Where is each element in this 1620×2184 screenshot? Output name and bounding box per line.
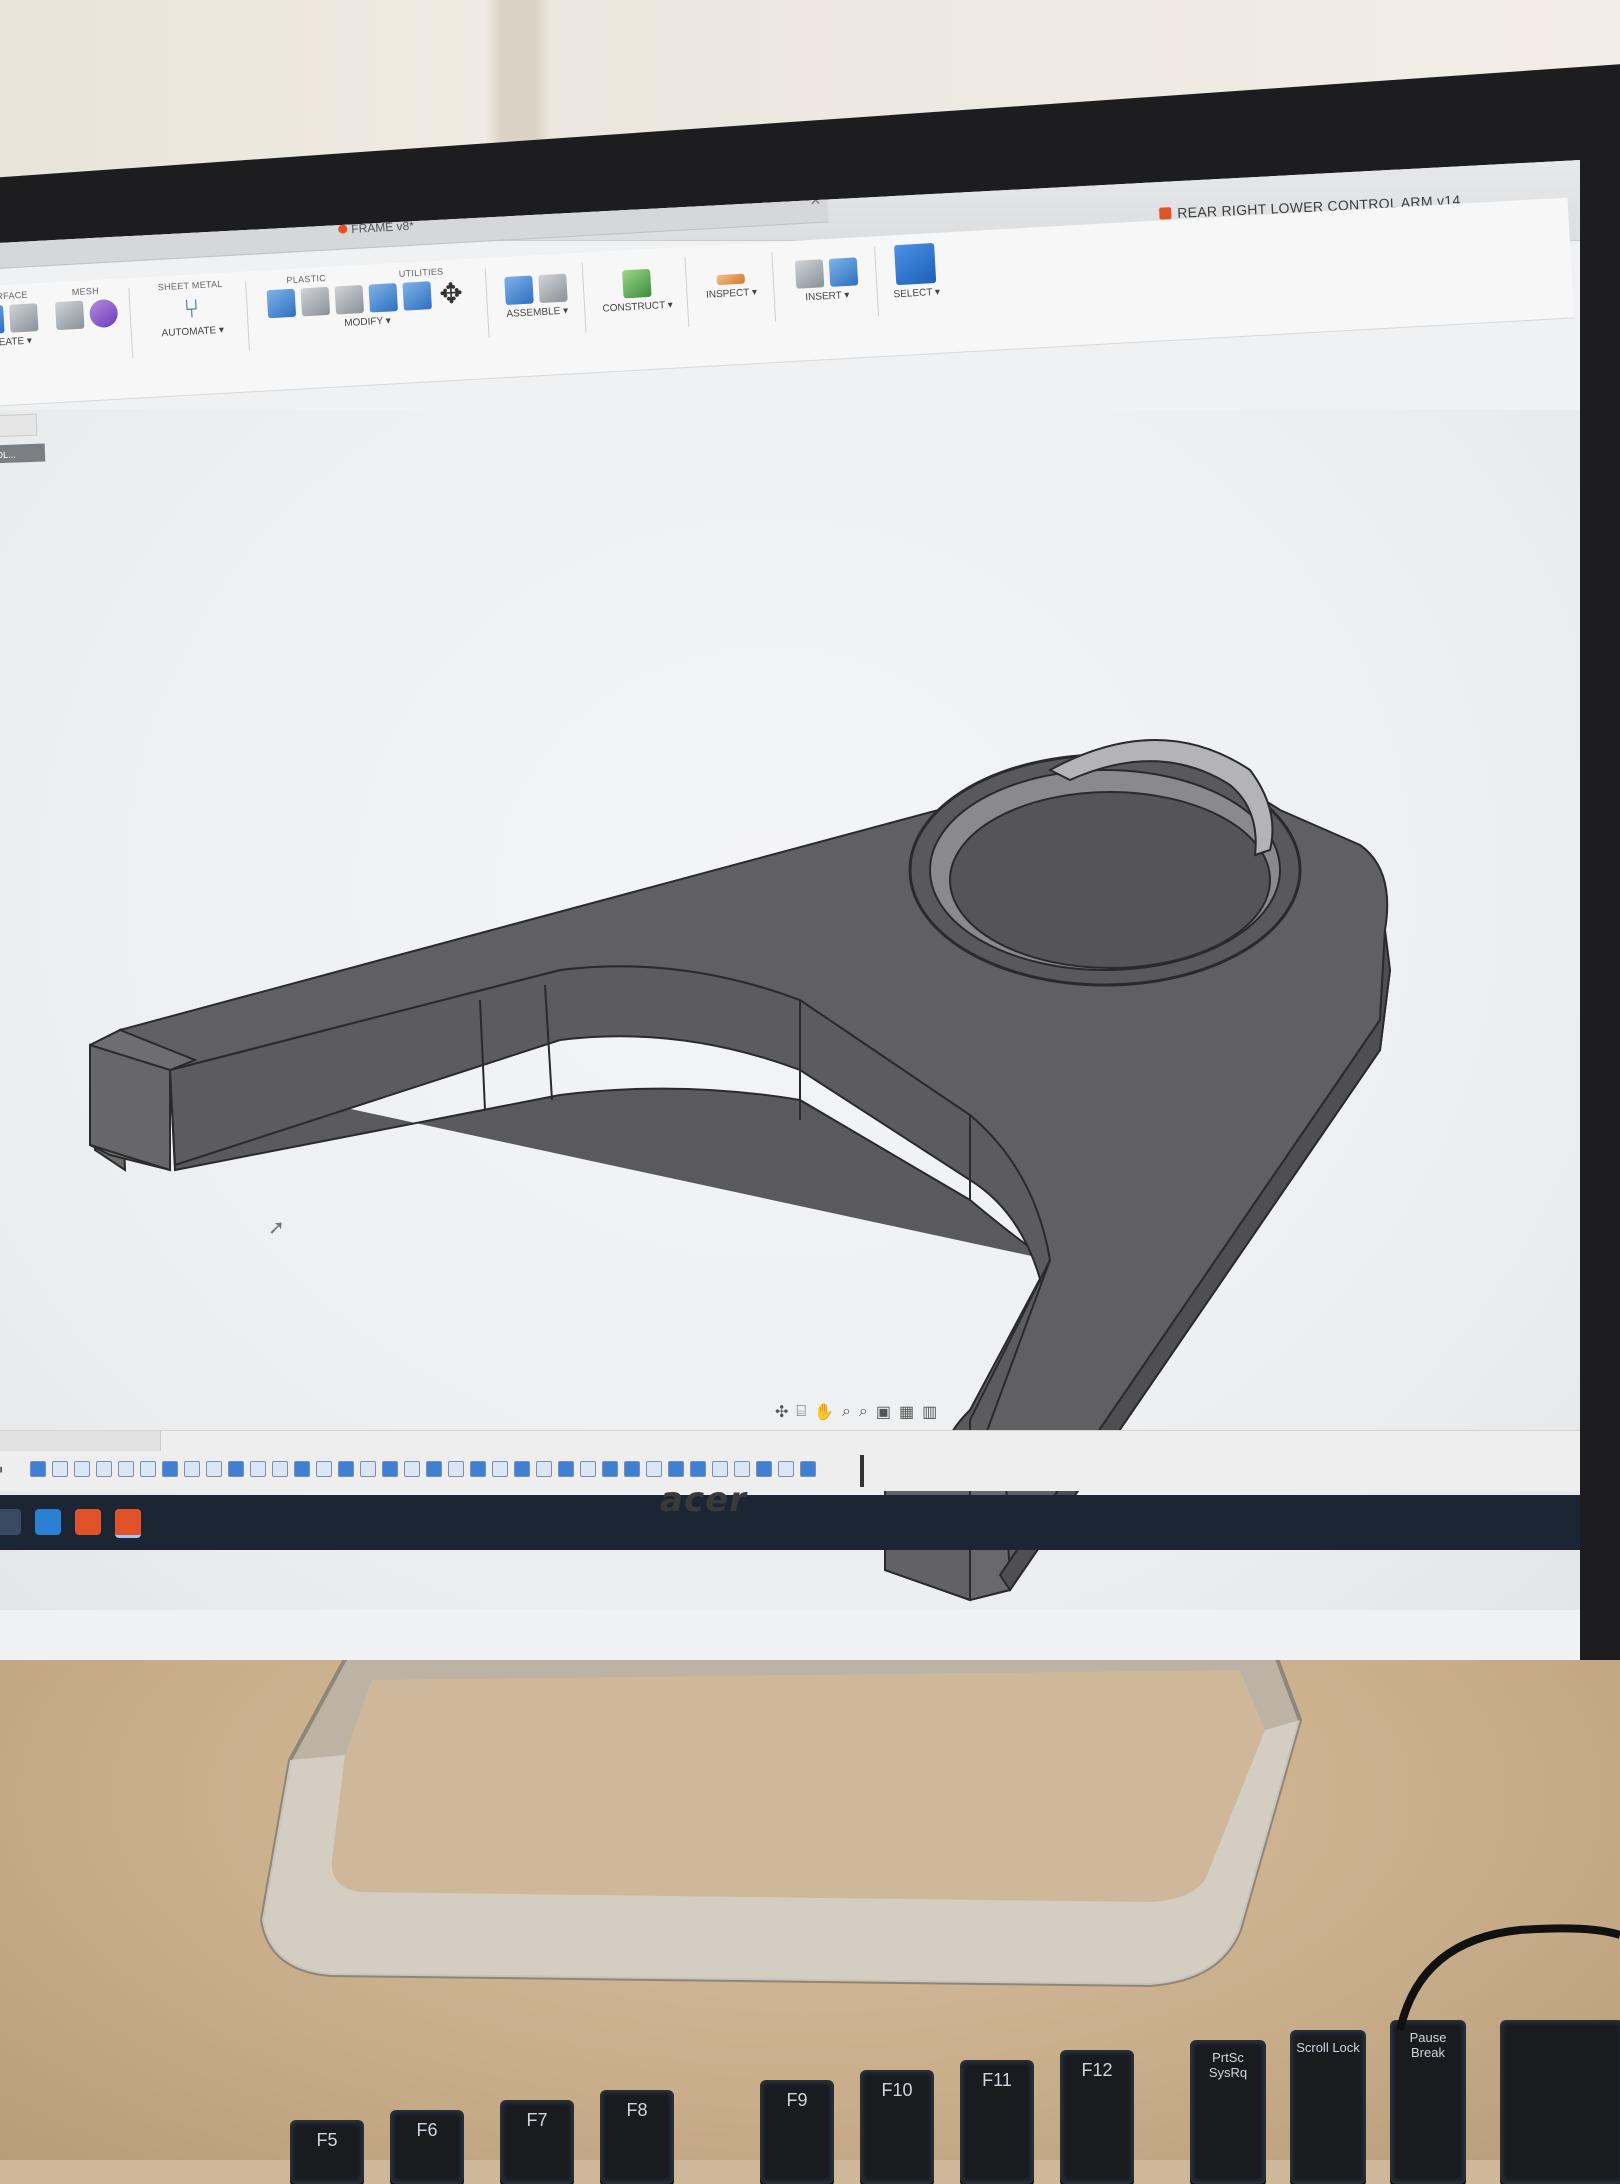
keyboard-cable <box>1396 1924 1620 2031</box>
